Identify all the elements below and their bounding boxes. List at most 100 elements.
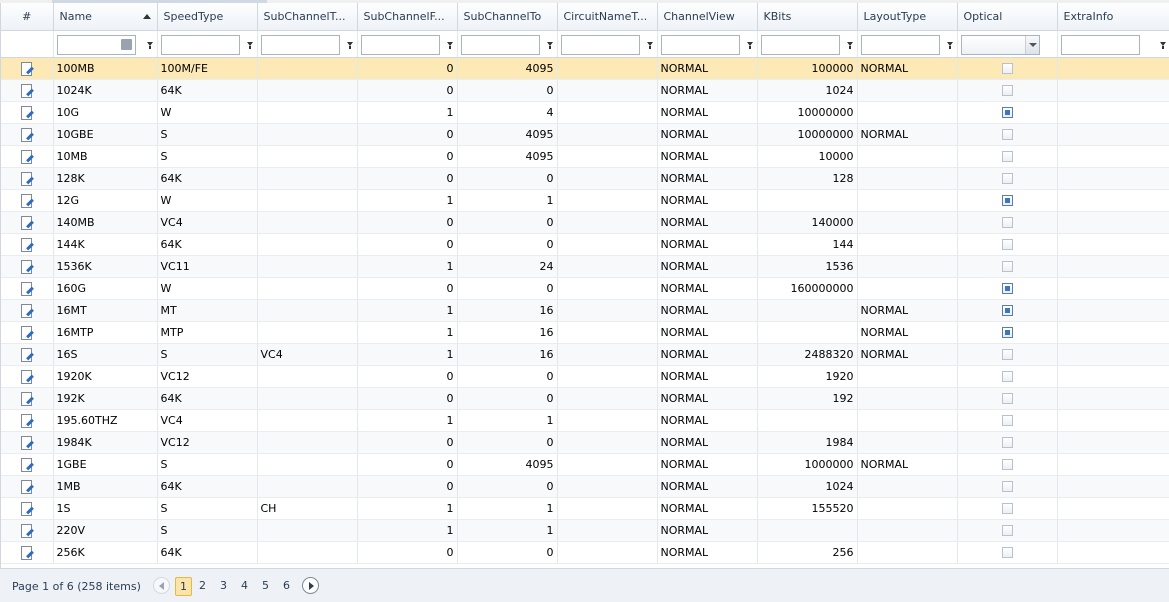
table-row[interactable]: 1MB 64K 0 0 NORMAL 1024 xyxy=(1,475,1169,498)
table-row[interactable]: 195.60THZ VC4 1 1 NORMAL xyxy=(1,409,1169,432)
edit-icon[interactable] xyxy=(20,61,33,76)
table-row[interactable]: 1GBE S 0 4095 NORMAL 1000000 NORMAL xyxy=(1,453,1169,476)
edit-icon[interactable] xyxy=(20,545,33,560)
edit-icon[interactable] xyxy=(20,391,33,406)
optical-checkbox[interactable] xyxy=(1001,107,1013,118)
filter-icon[interactable] xyxy=(946,41,953,49)
optical-checkbox[interactable] xyxy=(1001,371,1013,382)
table-row[interactable]: 1984K VC12 0 0 NORMAL 1984 xyxy=(1,431,1169,454)
optical-checkbox[interactable] xyxy=(1001,547,1013,558)
filter-select-optical[interactable] xyxy=(960,34,1040,55)
table-row[interactable]: 10GBE S 0 4095 NORMAL 10000000 NORMAL xyxy=(1,123,1169,146)
page-button-4[interactable]: 4 xyxy=(236,577,253,596)
edit-icon[interactable] xyxy=(20,303,33,318)
edit-icon[interactable] xyxy=(20,105,33,120)
optical-checkbox[interactable] xyxy=(1001,481,1013,492)
page-button-3[interactable]: 3 xyxy=(215,577,232,596)
optical-checkbox[interactable] xyxy=(1001,217,1013,228)
filter-input-circuitnametype[interactable] xyxy=(560,34,640,55)
table-row[interactable]: 256K 64K 0 0 NORMAL 256 xyxy=(1,541,1169,564)
optical-checkbox[interactable] xyxy=(1001,459,1013,470)
edit-icon[interactable] xyxy=(20,523,33,538)
filter-input-speedtype[interactable] xyxy=(160,34,240,55)
table-row[interactable]: 16MT MT 1 16 NORMAL NORMAL xyxy=(1,299,1169,322)
column-header-index[interactable]: # xyxy=(1,3,54,31)
filter-icon[interactable] xyxy=(846,41,853,49)
table-row[interactable]: 192K 64K 0 0 NORMAL 192 xyxy=(1,387,1169,410)
table-row[interactable]: 1536K VC11 1 24 NORMAL 1536 xyxy=(1,255,1169,278)
edit-icon[interactable] xyxy=(20,435,33,450)
table-row[interactable]: 144K 64K 0 0 NORMAL 144 xyxy=(1,233,1169,256)
table-row[interactable]: 1024K 64K 0 0 NORMAL 1024 xyxy=(1,79,1169,102)
edit-icon[interactable] xyxy=(20,237,33,252)
table-row[interactable]: 1920K VC12 0 0 NORMAL 1920 xyxy=(1,365,1169,388)
edit-icon[interactable] xyxy=(20,127,33,142)
chevron-down-icon[interactable] xyxy=(1024,35,1039,54)
edit-icon[interactable] xyxy=(20,149,33,164)
optical-checkbox[interactable] xyxy=(1001,261,1013,272)
optical-checkbox[interactable] xyxy=(1001,415,1013,426)
table-row[interactable]: 1S S CH 1 1 NORMAL 155520 xyxy=(1,497,1169,520)
column-header-subchannelto[interactable]: SubChannelTo xyxy=(457,3,558,31)
column-header-subchannelfrom[interactable]: SubChannelF... xyxy=(357,3,458,31)
edit-icon[interactable] xyxy=(20,347,33,362)
edit-icon[interactable] xyxy=(20,171,33,186)
filter-icon[interactable] xyxy=(246,41,253,49)
optical-checkbox[interactable] xyxy=(1001,393,1013,404)
filter-input-subchannelfrom[interactable] xyxy=(360,34,440,55)
column-header-kbits[interactable]: KBits xyxy=(757,3,858,31)
optical-checkbox[interactable] xyxy=(1001,85,1013,96)
table-row[interactable]: 220V S 1 1 NORMAL xyxy=(1,519,1169,542)
column-header-extrainfo[interactable]: ExtraInfo xyxy=(1057,3,1169,31)
page-button-2[interactable]: 2 xyxy=(194,577,211,596)
filter-icon[interactable] xyxy=(546,41,553,49)
filter-icon[interactable] xyxy=(346,41,353,49)
calculator-icon[interactable] xyxy=(120,38,132,50)
table-row[interactable]: 140MB VC4 0 0 NORMAL 140000 xyxy=(1,211,1169,234)
optical-checkbox[interactable] xyxy=(1001,327,1013,338)
optical-checkbox[interactable] xyxy=(1001,305,1013,316)
filter-icon[interactable] xyxy=(1159,41,1166,49)
optical-checkbox[interactable] xyxy=(1001,63,1013,74)
prev-page-icon[interactable] xyxy=(153,577,170,594)
optical-checkbox[interactable] xyxy=(1001,437,1013,448)
optical-checkbox[interactable] xyxy=(1001,173,1013,184)
edit-icon[interactable] xyxy=(20,457,33,472)
optical-checkbox[interactable] xyxy=(1001,283,1013,294)
edit-icon[interactable] xyxy=(20,259,33,274)
optical-checkbox[interactable] xyxy=(1001,239,1013,250)
filter-icon[interactable] xyxy=(746,41,753,49)
filter-input-channelview[interactable] xyxy=(660,34,740,55)
page-button-5[interactable]: 5 xyxy=(257,577,274,596)
table-row[interactable]: 10MB S 0 4095 NORMAL 10000 xyxy=(1,145,1169,168)
filter-input-subchannelto[interactable] xyxy=(460,34,540,55)
optical-checkbox[interactable] xyxy=(1001,151,1013,162)
optical-checkbox[interactable] xyxy=(1001,525,1013,536)
table-row[interactable]: 12G W 1 1 NORMAL xyxy=(1,189,1169,212)
edit-icon[interactable] xyxy=(20,215,33,230)
edit-icon[interactable] xyxy=(20,501,33,516)
column-header-name[interactable]: Name xyxy=(53,3,158,31)
column-header-subchanneltype[interactable]: SubChannelT... xyxy=(257,3,358,31)
table-row[interactable]: 128K 64K 0 0 NORMAL 128 xyxy=(1,167,1169,190)
table-row[interactable]: 100MB 100M/FE 0 4095 NORMAL 100000 NORMAL xyxy=(1,57,1169,80)
column-header-channelview[interactable]: ChannelView xyxy=(657,3,758,31)
table-row[interactable]: 10G W 1 4 NORMAL 10000000 xyxy=(1,101,1169,124)
filter-icon[interactable] xyxy=(146,41,153,49)
column-header-optical[interactable]: Optical xyxy=(957,3,1058,31)
column-header-circuitnametype[interactable]: CircuitNameT... xyxy=(557,3,658,31)
filter-icon[interactable] xyxy=(446,41,453,49)
filter-input-subchanneltype[interactable] xyxy=(260,34,340,55)
optical-checkbox[interactable] xyxy=(1001,195,1013,206)
edit-icon[interactable] xyxy=(20,325,33,340)
next-page-icon[interactable] xyxy=(302,577,319,594)
table-row[interactable]: 16S S VC4 1 16 NORMAL 2488320 NORMAL xyxy=(1,343,1169,366)
page-button-1[interactable]: 1 xyxy=(175,577,192,596)
optical-checkbox[interactable] xyxy=(1001,129,1013,140)
edit-icon[interactable] xyxy=(20,83,33,98)
filter-input-extrainfo[interactable] xyxy=(1060,34,1140,55)
filter-input-layouttype[interactable] xyxy=(860,34,940,55)
filter-input-name[interactable] xyxy=(56,34,136,55)
table-row[interactable]: 16MTP MTP 1 16 NORMAL NORMAL xyxy=(1,321,1169,344)
optical-checkbox[interactable] xyxy=(1001,503,1013,514)
